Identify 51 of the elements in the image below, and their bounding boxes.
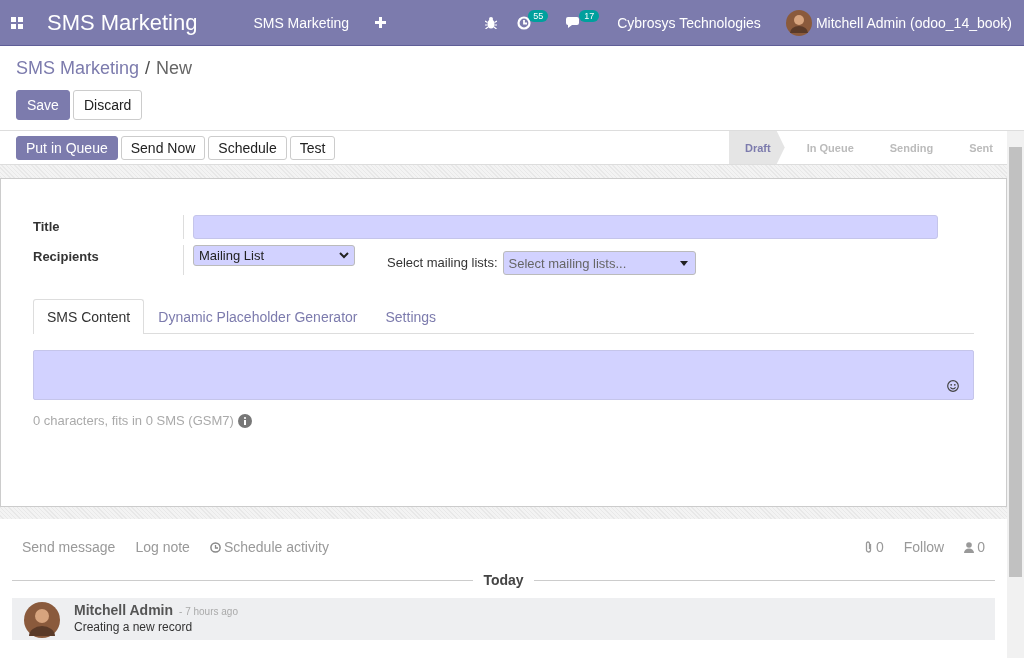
clock-icon[interactable]	[517, 15, 532, 30]
field-label: Title	[33, 218, 61, 236]
secondary-button[interactable]: Test	[289, 135, 336, 160]
field-label: Recipients	[33, 248, 100, 266]
avatar-icon	[785, 9, 812, 36]
plus-icon[interactable]	[375, 17, 387, 28]
character-counter: 0 characters, fits in 0 SMS (GSM7)	[33, 413, 234, 428]
field-label: Select mailing lists:	[387, 255, 498, 270]
info-icon[interactable]	[237, 413, 252, 428]
secondary-button[interactable]: Send Now	[120, 135, 206, 160]
date-separator: Today	[482, 572, 525, 588]
schedule-activity-link[interactable]: Schedule activity	[223, 539, 329, 555]
count-badge: 17	[579, 10, 600, 22]
follow-link[interactable]: Follow	[903, 539, 945, 555]
caret-icon	[679, 260, 688, 266]
message-author: Mitchell Admin	[74, 602, 174, 618]
title-input[interactable]	[193, 215, 938, 239]
tab[interactable]: SMS Content	[33, 299, 145, 334]
app-title[interactable]: SMS Marketing	[47, 9, 198, 36]
secondary-button[interactable]: Discard	[72, 90, 143, 120]
primary-button[interactable]: Save	[16, 90, 70, 120]
tab[interactable]: Settings	[371, 299, 451, 333]
clock-icon	[209, 541, 221, 553]
message-text: Creating a new record	[74, 620, 194, 634]
emoji-icon[interactable]	[947, 380, 959, 392]
chatter-link[interactable]: Log note	[135, 539, 190, 555]
menu-item[interactable]: SMS Marketing	[253, 14, 350, 31]
breadcrumb-separator: /	[145, 58, 151, 79]
recipients-select[interactable]: Mailing List	[193, 245, 355, 266]
apps-menu-icon[interactable]	[11, 16, 23, 29]
bug-icon[interactable]	[485, 16, 498, 29]
tab[interactable]: Dynamic Placeholder Generator	[144, 299, 372, 333]
count-badge: 55	[528, 9, 549, 22]
mailing-lists-select[interactable]: Select mailing lists...	[502, 251, 696, 275]
person-icon	[964, 541, 975, 553]
attachment-count[interactable]: 0	[875, 539, 884, 555]
breadcrumb-current: New	[156, 58, 193, 79]
chatter-link[interactable]: Send message	[22, 539, 116, 555]
breadcrumb-link[interactable]: SMS Marketing	[16, 58, 140, 79]
sms-content-field[interactable]	[33, 350, 974, 400]
user-menu[interactable]: Mitchell Admin (odoo_14_book)	[815, 14, 1012, 31]
scrollbar[interactable]	[1007, 131, 1024, 658]
avatar-icon	[24, 602, 60, 638]
paperclip-icon	[863, 541, 873, 553]
primary-button[interactable]: Put in Queue	[16, 135, 118, 160]
secondary-button[interactable]: Schedule	[208, 135, 287, 160]
chevron-down-icon	[339, 252, 349, 259]
message-time: - 7 hours ago	[179, 605, 238, 619]
status-stage[interactable]: Draft	[729, 131, 785, 164]
company-switcher[interactable]: Cybrosys Technologies	[617, 14, 761, 31]
follower-count[interactable]: 0	[977, 539, 985, 555]
